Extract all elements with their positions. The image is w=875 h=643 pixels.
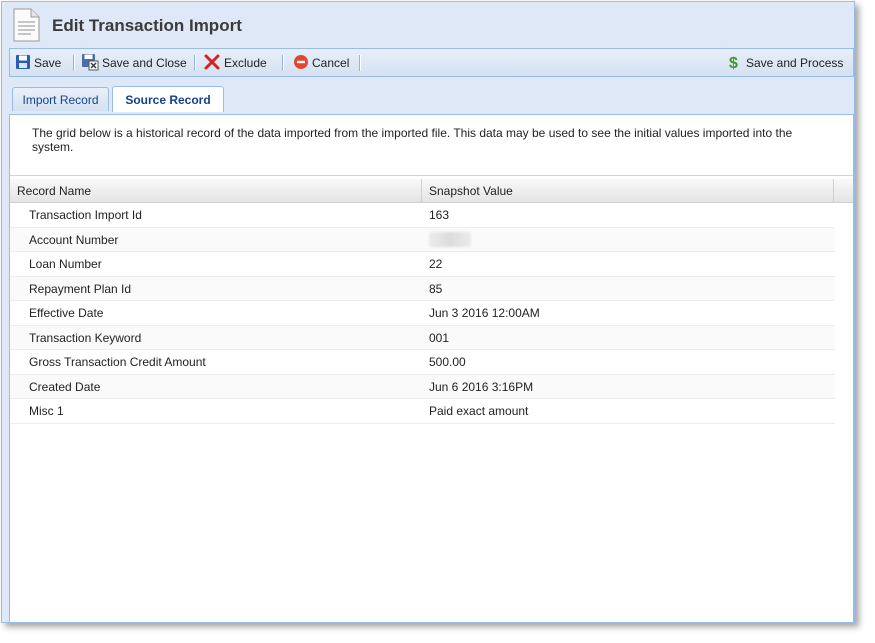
record-name-cell: Account Number — [29, 232, 119, 247]
edit-transaction-import-window: Edit Transaction Import Save Save and Cl… — [1, 1, 855, 623]
toolbar: Save Save and Close Exclude Cancel $ Sav… — [9, 48, 854, 77]
source-record-panel: The grid below is a historical record of… — [9, 115, 854, 622]
record-name-cell: Effective Date — [29, 306, 104, 320]
cancel-icon — [293, 54, 312, 73]
record-name-cell: Transaction Keyword — [29, 330, 142, 345]
snapshot-value-cell: Jun 6 2016 3:16PM — [429, 379, 534, 394]
cancel-label: Cancel — [312, 56, 350, 70]
table-row[interactable]: Loan Number 22 — [10, 252, 835, 277]
snapshot-value-cell: 85 — [429, 281, 443, 296]
table-row[interactable]: Effective Date Jun 3 2016 12:00AM — [10, 301, 835, 326]
save-close-icon — [81, 53, 102, 74]
snapshot-value-cell: 163 — [429, 208, 450, 222]
table-row[interactable]: Gross Transaction Credit Amount 500.00 — [10, 350, 835, 375]
tab-import-record-label: Import Record — [22, 92, 99, 107]
redacted-value — [429, 231, 471, 247]
tab-source-record[interactable]: Source Record — [112, 86, 224, 112]
table-row[interactable]: Transaction Keyword 001 — [10, 325, 835, 350]
column-divider — [421, 179, 422, 203]
tab-source-record-label: Source Record — [125, 92, 211, 107]
toolbar-separator — [73, 55, 75, 71]
table-row[interactable]: Transaction Import Id 163 — [10, 203, 835, 228]
grid-divider — [10, 175, 853, 177]
document-icon — [11, 8, 41, 45]
save-icon — [15, 54, 34, 73]
toolbar-separator — [359, 55, 361, 71]
save-and-process-label: Save and Process — [746, 56, 844, 70]
save-process-icon: $ — [727, 53, 746, 74]
table-row[interactable]: Repayment Plan Id 85 — [10, 276, 835, 301]
table-row[interactable]: Created Date Jun 6 2016 3:16PM — [10, 374, 835, 399]
save-and-close-button[interactable]: Save and Close — [81, 52, 187, 74]
save-label: Save — [34, 56, 62, 70]
snapshot-value-cell: 500.00 — [429, 355, 466, 369]
save-button[interactable]: Save — [15, 52, 61, 74]
tab-import-record[interactable]: Import Record — [12, 87, 109, 111]
window-titlebar: Edit Transaction Import — [2, 2, 854, 47]
table-row[interactable]: Misc 1 Paid exact amount — [10, 399, 835, 424]
record-name-cell: Transaction Import Id — [29, 208, 142, 222]
snapshot-value-cell: Jun 3 2016 12:00AM — [429, 306, 540, 320]
exclude-button[interactable]: Exclude — [203, 52, 267, 74]
cancel-button[interactable]: Cancel — [293, 52, 349, 74]
column-divider — [833, 179, 834, 203]
grid-body: Transaction Import Id 163 Account Number… — [10, 203, 835, 424]
svg-text:$: $ — [729, 55, 738, 71]
toolbar-separator — [282, 55, 284, 71]
record-name-cell: Gross Transaction Credit Amount — [29, 355, 206, 369]
toolbar-separator — [194, 55, 196, 71]
description-text: The grid below is a historical record of… — [32, 126, 793, 154]
snapshot-value-cell: Paid exact amount — [429, 404, 529, 418]
tab-strip: Import Record Source Record — [9, 78, 854, 116]
column-header-record-name[interactable]: Record Name — [17, 184, 91, 198]
save-and-process-button[interactable]: $ Save and Process — [727, 52, 843, 74]
snapshot-value-cell: 001 — [429, 330, 450, 345]
exclude-icon — [203, 53, 224, 74]
column-header-snapshot-value[interactable]: Snapshot Value — [429, 184, 513, 198]
table-row[interactable]: Account Number — [10, 227, 835, 252]
save-and-close-label: Save and Close — [102, 56, 187, 70]
record-name-cell: Created Date — [29, 379, 101, 394]
window-title: Edit Transaction Import — [52, 16, 242, 35]
record-name-cell: Misc 1 — [29, 404, 64, 418]
grid-header: Record Name Snapshot Value — [10, 179, 853, 203]
snapshot-value-cell: 22 — [429, 257, 443, 271]
exclude-label: Exclude — [224, 56, 267, 70]
record-name-cell: Repayment Plan Id — [29, 281, 132, 296]
record-name-cell: Loan Number — [29, 257, 102, 271]
